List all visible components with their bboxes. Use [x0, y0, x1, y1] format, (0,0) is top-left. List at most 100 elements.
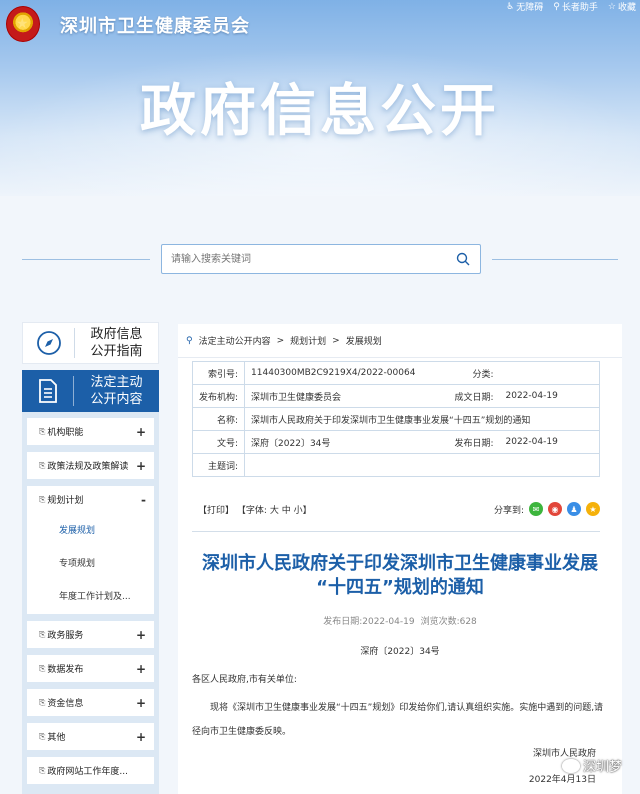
sidebar-item-label: 规划计划 [47, 496, 84, 506]
top-links: ♿ 无障碍 ⚲ 长者助手 ☆ 收藏 [506, 0, 636, 14]
collapse-icon[interactable]: - [141, 493, 146, 507]
elder-icon: ⚲ [553, 1, 560, 12]
sidebar-item-other[interactable]: ⎘ 其他 + [27, 723, 154, 750]
meta-key: 发布日期: [443, 430, 500, 454]
search-divider-left [22, 259, 150, 260]
search-divider-right [492, 259, 618, 260]
wechat-logo-icon [561, 758, 580, 773]
sidebar-item-data[interactable]: ⎘ 数据发布 + [27, 655, 154, 682]
table-row: 主题词: [191, 453, 600, 477]
views-count: 628 [459, 617, 477, 627]
print-button[interactable]: 【打印】 [198, 506, 234, 516]
meta-value: 2022-04-19 [499, 384, 600, 408]
accessibility-label: 无障碍 [516, 3, 544, 13]
qq-share-icon[interactable]: ♟ [567, 502, 581, 516]
sidebar-item-policies[interactable]: ⎘ 政策法规及政策解读 + [27, 452, 154, 479]
breadcrumb-item[interactable]: 法定主动公开内容 [199, 334, 271, 347]
font-medium-button[interactable]: 中 [282, 506, 291, 516]
article-title-line2: “十四五”规划的通知 [316, 577, 484, 598]
sidebar-item-services[interactable]: ⎘ 政务服务 + [27, 621, 154, 648]
meta-key: 名称: [191, 407, 246, 431]
accessibility-link[interactable]: ♿ 无障碍 [506, 0, 544, 14]
meta-key: 文号: [191, 430, 246, 454]
table-row: 发布机构: 深圳市卫生健康委员会 成文日期: 2022-04-19 [191, 384, 600, 408]
compass-icon-wrap [23, 328, 75, 358]
compass-icon [36, 331, 61, 355]
sidebar-item-label: 数据发布 [47, 665, 84, 675]
table-row: 文号: 深府〔2022〕34号 发布日期: 2022-04-19 [191, 430, 600, 454]
sidebar-item-annual-report[interactable]: ⎘ 政府网站工作年度... [27, 757, 154, 784]
pub-date-value: 2022-04-19 [362, 617, 415, 627]
guide-label: 政府信息 公开指南 [75, 326, 158, 360]
sidebar-subitem-development-plan[interactable]: 发展规划 [27, 513, 154, 546]
guide-label-line1: 政府信息 [90, 327, 143, 342]
site-title[interactable]: 深圳市卫生健康委员会 [60, 12, 250, 38]
font-large-button[interactable]: 大 [270, 506, 279, 516]
views-label: 浏览次数: [420, 617, 460, 627]
expand-icon[interactable]: + [136, 662, 146, 676]
content-divider [192, 531, 600, 532]
watermark-text: 深圳梦 [582, 760, 622, 775]
meta-value: 深圳市人民政府关于印发深圳市卫生健康事业发展“十四五”规划的通知 [244, 407, 600, 431]
search-icon[interactable] [456, 252, 470, 266]
expand-icon[interactable]: + [136, 459, 146, 473]
sidebar: 政府信息 公开指南 法定主动 公开内容 ⎘ 机构职能 + ⎘ 政策法规及政策解读… [22, 322, 159, 794]
qzone-share-icon[interactable]: ★ [586, 502, 600, 516]
expand-icon[interactable]: + [136, 696, 146, 710]
header-banner: ★ 深圳市卫生健康委员会 ♿ 无障碍 ⚲ 长者助手 ☆ 收藏 政府信息公开 [0, 0, 640, 196]
article-body: 现将《深圳市卫生健康事业发展“十四五”规划》印发给你们,请认真组织实施。实施中遇… [192, 703, 604, 737]
meta-value [244, 453, 600, 477]
expand-icon[interactable]: + [136, 730, 146, 744]
wechat-share-icon[interactable]: ✉ [529, 502, 543, 516]
sidebar-subitem-annual-plan[interactable]: 年度工作计划及... [27, 579, 154, 612]
sidebar-item-label: 机构职能 [47, 428, 84, 438]
document-meta-table: 索引号: 11440300MB2C9219X4/2022-00064 分类: 发… [191, 361, 600, 477]
sidebar-item-label: 政务服务 [47, 631, 84, 641]
active-category-label: 法定主动 公开内容 [74, 374, 159, 408]
sidebar-guide-button[interactable]: 政府信息 公开指南 [22, 322, 159, 364]
font-size-label: 【字体: [236, 506, 267, 516]
meta-key: 发布机构: [191, 384, 246, 408]
article-tools: 【打印】 【字体: 大 中 小】 [198, 503, 312, 516]
doc-small-icon: ⎘ [39, 629, 46, 639]
location-pin-icon: ⚲ [186, 335, 193, 346]
sidebar-item-funds[interactable]: ⎘ 资金信息 + [27, 689, 154, 716]
meta-value [499, 361, 600, 385]
document-icon-wrap [22, 376, 74, 406]
doc-small-icon: ⎘ [39, 765, 46, 775]
doc-small-icon: ⎘ [39, 697, 46, 707]
expand-icon[interactable]: + [136, 425, 146, 439]
sidebar-group-plans: ⎘ 规划计划 - 发展规划 专项规划 年度工作计划及... [27, 486, 154, 614]
search-row [22, 244, 618, 274]
sidebar-item-functions[interactable]: ⎘ 机构职能 + [27, 418, 154, 445]
banner-title: 政府信息公开 [140, 79, 500, 144]
sidebar-item-label: 政策法规及政策解读 [47, 462, 129, 472]
sidebar-active-category[interactable]: 法定主动 公开内容 [22, 370, 159, 412]
meta-key: 分类: [443, 361, 500, 385]
doc-small-icon: ⎘ [39, 663, 46, 673]
national-emblem-icon: ★ [6, 6, 40, 42]
breadcrumb-separator: > [332, 335, 340, 346]
watermark: 深圳梦 [561, 756, 622, 775]
star-icon: ☆ [607, 1, 616, 12]
meta-value: 深圳市卫生健康委员会 [244, 384, 444, 408]
active-label-line1: 法定主动 [90, 375, 143, 390]
font-small-button[interactable]: 小】 [294, 506, 312, 516]
expand-icon[interactable]: + [136, 628, 146, 642]
elder-mode-link[interactable]: ⚲ 长者助手 [553, 0, 598, 14]
search-input[interactable] [162, 245, 442, 273]
breadcrumb-item[interactable]: 发展规划 [346, 334, 382, 347]
elder-mode-label: 长者助手 [561, 3, 598, 13]
sidebar-subitem-special-plan[interactable]: 专项规划 [27, 546, 154, 579]
meta-value: 深府〔2022〕34号 [244, 430, 444, 454]
favorite-link[interactable]: ☆ 收藏 [607, 0, 636, 14]
meta-value: 11440300MB2C9219X4/2022-00064 [244, 361, 444, 385]
publish-info: 发布日期:2022-04-19 浏览次数:628 [178, 614, 622, 627]
guide-label-line2: 公开指南 [90, 344, 143, 359]
weibo-share-icon[interactable]: ◉ [548, 502, 562, 516]
article-title: 深圳市人民政府关于印发深圳市卫生健康事业发展 “十四五”规划的通知 [186, 552, 614, 600]
sidebar-menu: ⎘ 机构职能 + ⎘ 政策法规及政策解读 + ⎘ 规划计划 - 发展规划 专项规… [22, 412, 159, 794]
breadcrumb-item[interactable]: 规划计划 [290, 334, 326, 347]
sidebar-item-plans[interactable]: ⎘ 规划计划 - [27, 486, 154, 513]
sidebar-item-label: 其他 [47, 733, 66, 743]
